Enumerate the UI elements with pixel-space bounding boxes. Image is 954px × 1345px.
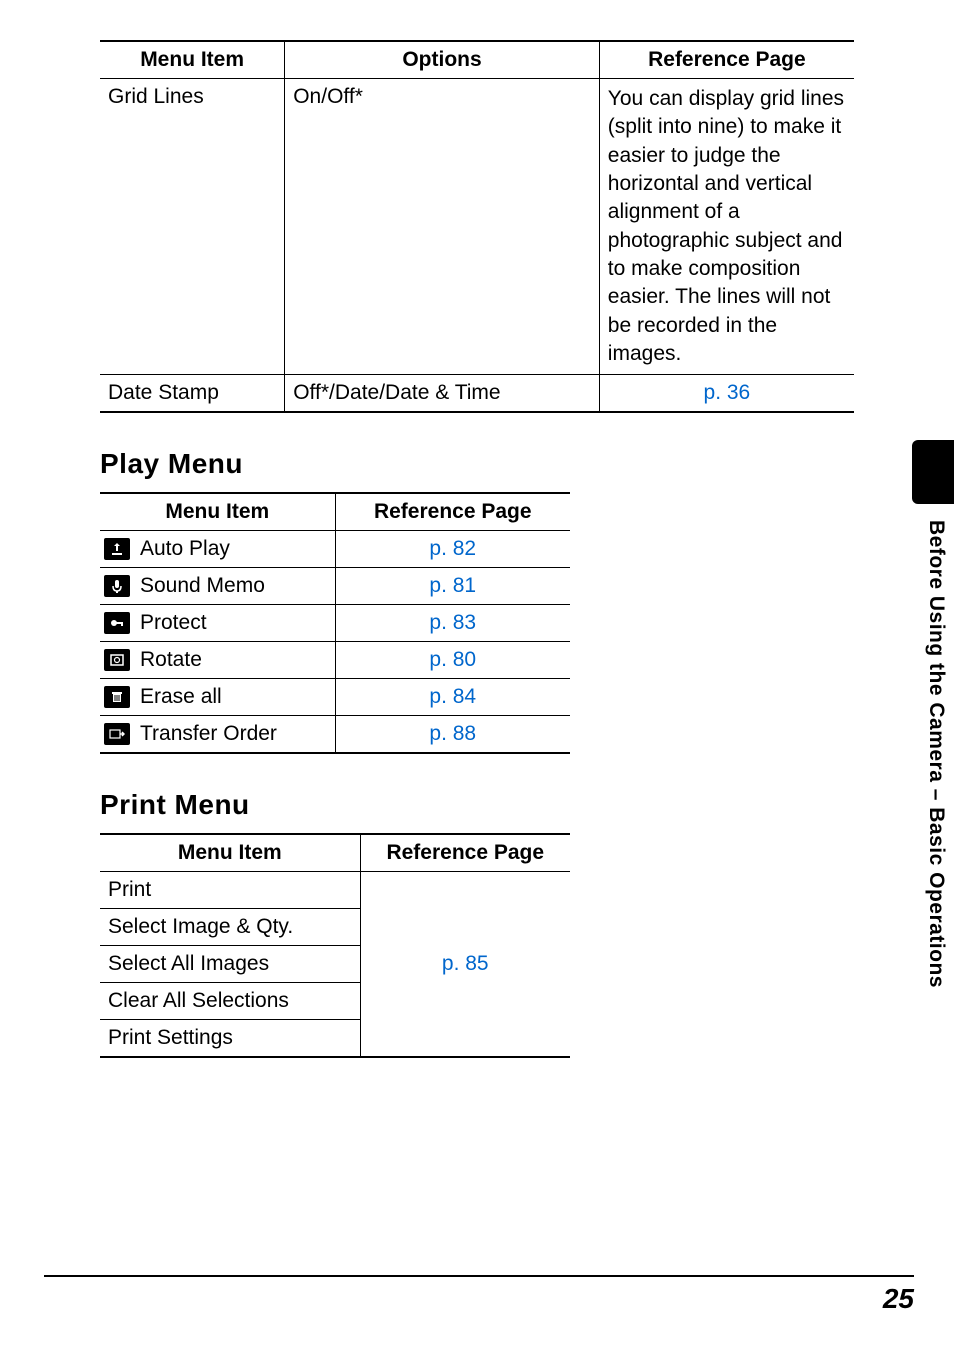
- print-menu-table: Menu Item Reference Page Print p. 85 Sel…: [100, 833, 570, 1058]
- th-menu-item: Menu Item: [100, 834, 360, 872]
- th-menu-item: Menu Item: [100, 493, 335, 531]
- table-row: Protect p. 83: [100, 605, 570, 642]
- table-row: Rotate p. 80: [100, 642, 570, 679]
- cell-menu: Sound Memo: [140, 574, 265, 598]
- th-reference: Reference Page: [335, 493, 570, 531]
- cell-options: On/Off*: [285, 79, 600, 375]
- th-reference: Reference Page: [599, 41, 854, 79]
- cell-menu: Select All Images: [100, 946, 360, 983]
- th-reference: Reference Page: [360, 834, 570, 872]
- erase-all-icon: [104, 686, 130, 708]
- chapter-label: Before Using the Camera – Basic Operatio…: [924, 520, 948, 988]
- table-row: Sound Memo p. 81: [100, 568, 570, 605]
- cell-menu: Select Image & Qty.: [100, 909, 360, 946]
- transfer-order-icon: [104, 723, 130, 745]
- menu-options-table: Menu Item Options Reference Page Grid Li…: [100, 40, 854, 413]
- table-row: Erase all p. 84: [100, 679, 570, 716]
- play-menu-heading: Play Menu: [100, 448, 854, 480]
- rotate-icon: [104, 649, 130, 671]
- cell-options: Off*/Date/Date & Time: [285, 375, 600, 413]
- page-link[interactable]: p. 81: [335, 568, 570, 605]
- page-footer: 25: [44, 1275, 914, 1315]
- chapter-tab: Before Using the Camera – Basic Operatio…: [912, 440, 954, 1080]
- play-menu-table: Menu Item Reference Page Auto Play p. 82…: [100, 492, 570, 754]
- table-row: Grid Lines On/Off* You can display grid …: [100, 79, 854, 375]
- table-row: Print p. 85: [100, 872, 570, 909]
- table-row: Transfer Order p. 88: [100, 716, 570, 754]
- cell-menu: Auto Play: [140, 537, 230, 561]
- tab-marker: [912, 440, 954, 504]
- page-link[interactable]: p. 84: [335, 679, 570, 716]
- th-menu-item: Menu Item: [100, 41, 285, 79]
- cell-menu: Date Stamp: [100, 375, 285, 413]
- cell-menu: Print: [100, 872, 360, 909]
- cell-menu: Clear All Selections: [100, 983, 360, 1020]
- sound-memo-icon: [104, 575, 130, 597]
- page-link[interactable]: p. 83: [335, 605, 570, 642]
- autoplay-icon: [104, 538, 130, 560]
- page-link[interactable]: p. 82: [335, 531, 570, 568]
- page-link[interactable]: p. 80: [335, 642, 570, 679]
- cell-menu: Erase all: [140, 685, 222, 709]
- cell-menu: Grid Lines: [100, 79, 285, 375]
- cell-menu: Print Settings: [100, 1020, 360, 1058]
- table-row: Date Stamp Off*/Date/Date & Time p. 36: [100, 375, 854, 413]
- table-row: Auto Play p. 82: [100, 531, 570, 568]
- page-number: 25: [883, 1283, 914, 1314]
- protect-icon: [104, 612, 130, 634]
- th-options: Options: [285, 41, 600, 79]
- cell-menu: Transfer Order: [140, 722, 277, 746]
- page-link[interactable]: p. 36: [599, 375, 854, 413]
- cell-reference: You can display grid lines (split into n…: [599, 79, 854, 375]
- cell-menu: Rotate: [140, 648, 202, 672]
- page-link[interactable]: p. 85: [360, 872, 570, 1058]
- print-menu-heading: Print Menu: [100, 789, 854, 821]
- page-link[interactable]: p. 88: [335, 716, 570, 754]
- cell-menu: Protect: [140, 611, 207, 635]
